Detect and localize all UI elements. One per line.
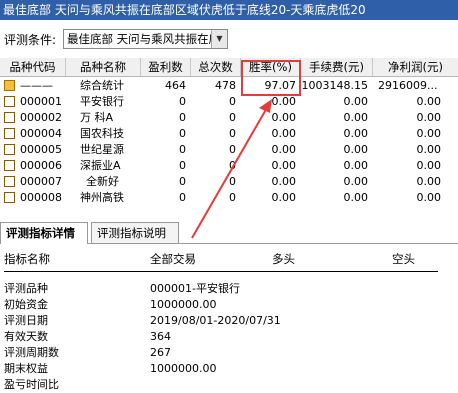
detail-key: 评测日期 <box>4 314 48 327</box>
detail-value: 2019/08/01-2020/07/31 <box>150 314 281 327</box>
detail-header-long: 多头 <box>272 252 295 266</box>
detail-header: 指标名称 全部交易 多头 空头 <box>0 249 458 269</box>
detail-key: 期末权益 <box>4 362 48 375</box>
detail-value: 364 <box>150 330 171 343</box>
detail-divider <box>4 271 438 272</box>
detail-header-short: 空头 <box>392 252 415 266</box>
detail-row: 期末权益 1000000.00 <box>0 361 458 377</box>
detail-key: 有效天数 <box>4 330 48 343</box>
tab-bar: 评测指标详情 评测指标说明 <box>0 222 458 244</box>
detail-value: 267 <box>150 346 171 359</box>
detail-value: 000001-平安银行 <box>150 282 240 295</box>
detail-row: 盈亏时间比 <box>0 377 458 393</box>
detail-value: 1000000.00 <box>150 298 217 311</box>
detail-key: 评测品种 <box>4 282 48 295</box>
detail-key: 初始资金 <box>4 298 48 311</box>
detail-row: 有效天数 364 <box>0 329 458 345</box>
detail-row: 初始资金 1000000.00 <box>0 297 458 313</box>
tab-metrics-description[interactable]: 评测指标说明 <box>91 222 179 243</box>
detail-row: 评测日期 2019/08/01-2020/07/31 <box>0 313 458 329</box>
detail-row: 评测周期数 267 <box>0 345 458 361</box>
tab-metrics-detail[interactable]: 评测指标详情 <box>0 222 88 244</box>
detail-value: 1000000.00 <box>150 362 217 375</box>
detail-header-all: 全部交易 <box>150 252 196 266</box>
detail-header-metric: 指标名称 <box>4 252 50 266</box>
detail-key: 评测周期数 <box>4 346 59 359</box>
detail-row: 评测品种 000001-平安银行 <box>0 281 458 297</box>
detail-key: 盈亏时间比 <box>4 378 59 391</box>
